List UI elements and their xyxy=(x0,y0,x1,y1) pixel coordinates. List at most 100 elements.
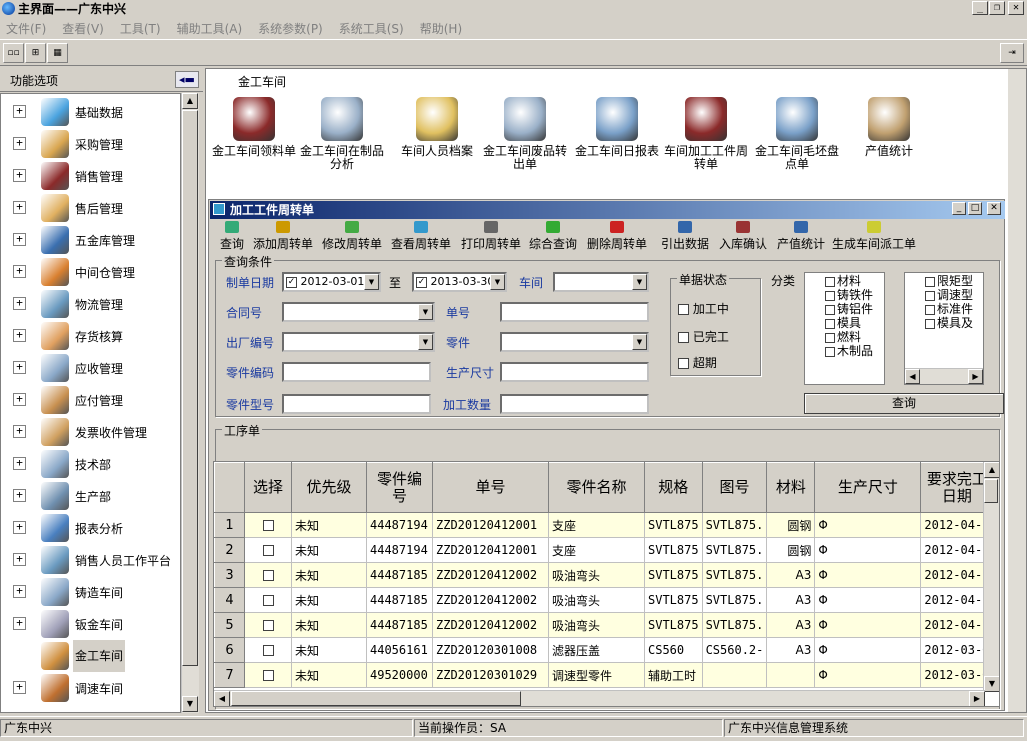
row-select-cell[interactable] xyxy=(244,662,292,688)
toolbar-button[interactable]: 入库确认 xyxy=(716,221,770,253)
tree-item[interactable]: + 存货核算 xyxy=(1,320,180,352)
row-select-checkbox[interactable] xyxy=(262,545,274,556)
table-row[interactable]: 1 未知 44487194 ZZD20120412001 支座 SVTL875 SVTL87… xyxy=(214,512,994,538)
tree-item[interactable]: + 报表分析 xyxy=(1,512,180,544)
scroll-left-icon[interactable]: ◀ xyxy=(905,369,920,384)
workshop-function[interactable]: 金工车间毛坯盘点单 xyxy=(752,97,842,171)
row-select-cell[interactable] xyxy=(244,512,292,538)
chevron-down-icon[interactable]: ▼ xyxy=(418,304,433,320)
tree-item[interactable]: + 调速车间 xyxy=(1,672,180,704)
row-select-checkbox[interactable] xyxy=(262,645,274,656)
toolbar-button[interactable]: 查看周转单 xyxy=(389,221,453,253)
scroll-right-icon[interactable]: ▶ xyxy=(968,369,983,384)
workshop-function[interactable]: 车间人员档案 xyxy=(392,97,482,158)
menu-sys-tools[interactable]: 系统工具(S) xyxy=(339,20,404,37)
tree-item[interactable]: + 基础数据 xyxy=(1,96,180,128)
workshop-function[interactable]: 金工车间在制品分析 xyxy=(297,97,387,171)
expand-icon[interactable]: + xyxy=(13,521,26,534)
expand-icon[interactable]: + xyxy=(13,425,26,438)
category-checkbox[interactable] xyxy=(825,332,835,343)
status-processing[interactable]: 加工中 xyxy=(678,300,729,317)
tree-scroll-thumb[interactable] xyxy=(182,110,198,666)
collapse-panel-button[interactable]: ◂▬ xyxy=(175,71,199,88)
minimize-button[interactable]: _ xyxy=(972,1,988,15)
tree-item[interactable]: + 销售人员工作平台 xyxy=(1,544,180,576)
toolbar-button[interactable]: 产值统计 xyxy=(774,221,828,253)
close-button[interactable]: ✕ xyxy=(1008,1,1024,15)
expand-icon[interactable]: + xyxy=(13,329,26,342)
size-input[interactable] xyxy=(500,362,649,382)
expand-icon[interactable]: + xyxy=(13,233,26,246)
expand-icon[interactable]: + xyxy=(13,169,26,182)
small-icons-button[interactable]: ▫▫ xyxy=(3,43,24,63)
category-checkbox[interactable] xyxy=(825,276,835,287)
toolbar-button[interactable]: 生成车间派工单 xyxy=(831,221,917,253)
tree-item[interactable]: 金工车间 xyxy=(1,640,180,672)
toolbar-button[interactable]: 打印周转单 xyxy=(459,221,523,253)
workshop-function[interactable]: 车间加工工件周转单 xyxy=(661,97,751,171)
expand-icon[interactable]: + xyxy=(13,201,26,214)
workshop-select[interactable]: ▼ xyxy=(553,272,649,292)
row-select-cell[interactable] xyxy=(244,562,292,588)
restore-button[interactable]: ❐ xyxy=(989,1,1005,15)
category-checkbox[interactable] xyxy=(825,318,835,329)
tree-item[interactable]: + 应收管理 xyxy=(1,352,180,384)
grid-hscroll[interactable]: ◀ ▶ xyxy=(214,690,985,706)
table-row[interactable]: 2 未知 44487194 ZZD20120412001 支座 SVTL875 SVTL87… xyxy=(214,537,994,563)
category-list-1[interactable]: 材料 铸铁件 铸铝件 模具 燃料 木制品 xyxy=(804,272,885,385)
col-drawing[interactable]: 图号 xyxy=(701,462,768,513)
tree-view-button[interactable]: ⊞ xyxy=(25,43,46,63)
category-checkbox[interactable] xyxy=(925,304,935,315)
date-to-picker[interactable]: ✓ 2013-03-30 ▼ xyxy=(412,272,507,292)
qty-input[interactable] xyxy=(500,394,649,414)
workshop-function[interactable]: 金工车间废品转出单 xyxy=(480,97,570,171)
row-select-checkbox[interactable] xyxy=(262,670,274,681)
category-item[interactable]: 铸铁件 xyxy=(825,289,873,303)
row-select-checkbox[interactable] xyxy=(262,520,274,531)
tree-item[interactable]: + 中间仓管理 xyxy=(1,256,180,288)
table-row[interactable]: 4 未知 44487185 ZZD20120412002 吸油弯头 SVTL875 SVTL… xyxy=(214,587,994,613)
category-item[interactable]: 燃料 xyxy=(825,331,861,345)
tree-item[interactable]: + 销售管理 xyxy=(1,160,180,192)
category-item[interactable]: 调速型 xyxy=(925,289,973,303)
table-row[interactable]: 6 未知 44056161 ZZD20120301008 滤器压盖 CS560 CS560.… xyxy=(214,637,994,663)
row-select-cell[interactable] xyxy=(244,537,292,563)
col-priority[interactable]: 优先级 xyxy=(291,462,367,513)
col-order[interactable]: 单号 xyxy=(432,462,549,513)
expand-icon[interactable]: + xyxy=(13,297,26,310)
chevron-down-icon[interactable]: ▼ xyxy=(364,274,379,290)
row-select-checkbox[interactable] xyxy=(262,595,274,606)
expand-icon[interactable]: + xyxy=(13,681,26,694)
category-item[interactable]: 铸铝件 xyxy=(825,303,873,317)
grid-hscroll-thumb[interactable] xyxy=(231,691,521,706)
factory-select[interactable]: ▼ xyxy=(282,332,435,352)
toolbar-button[interactable]: 综合查询 xyxy=(527,221,579,253)
child-maximize-button[interactable]: □ xyxy=(968,202,982,215)
toolbar-button[interactable]: 修改周转单 xyxy=(320,221,384,253)
workshop-function[interactable]: 金工车间领料单 xyxy=(209,97,299,158)
row-select-checkbox[interactable] xyxy=(262,620,274,631)
query-button[interactable]: 查询 xyxy=(804,393,1004,414)
scroll-left-icon[interactable]: ◀ xyxy=(214,691,230,706)
category-item[interactable]: 限矩型 xyxy=(925,275,973,289)
expand-icon[interactable]: + xyxy=(13,553,26,566)
status-overdue-checkbox[interactable] xyxy=(678,358,689,369)
menu-help[interactable]: 帮助(H) xyxy=(420,20,462,37)
status-processing-checkbox[interactable] xyxy=(678,304,689,315)
category-checkbox[interactable] xyxy=(825,304,835,315)
chevron-down-icon[interactable]: ▼ xyxy=(490,274,505,290)
tree-item[interactable]: + 生产部 xyxy=(1,480,180,512)
grid-view-button[interactable]: ▦ xyxy=(47,43,68,63)
row-select-cell[interactable] xyxy=(244,612,292,638)
category-checkbox[interactable] xyxy=(825,290,835,301)
category-hscroll[interactable]: ◀ ▶ xyxy=(905,368,983,384)
date-from-picker[interactable]: ✓ 2012-03-01 ▼ xyxy=(282,272,381,292)
workshop-function[interactable]: 产值统计 xyxy=(844,97,934,158)
category-item[interactable]: 材料 xyxy=(825,275,861,289)
order-input[interactable] xyxy=(500,302,649,322)
col-material[interactable]: 材料 xyxy=(766,462,816,513)
scroll-right-icon[interactable]: ▶ xyxy=(969,691,985,706)
expand-icon[interactable]: + xyxy=(13,137,26,150)
part-select[interactable]: ▼ xyxy=(500,332,649,352)
tree-item[interactable]: + 应付管理 xyxy=(1,384,180,416)
